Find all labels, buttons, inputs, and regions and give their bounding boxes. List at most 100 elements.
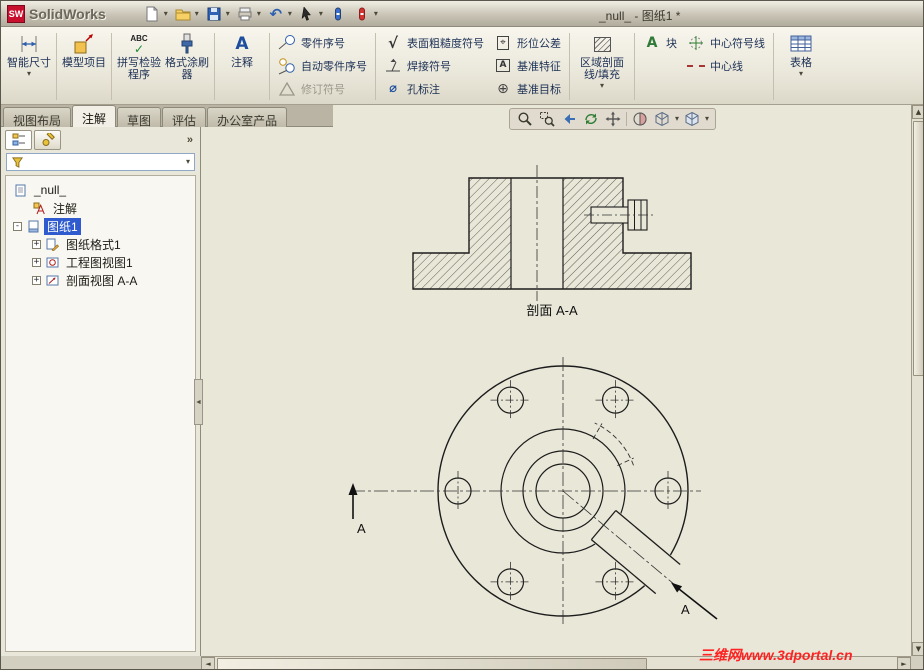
save-icon	[207, 7, 221, 20]
auto-balloon-label: 自动零件序号	[301, 60, 367, 73]
smart-dimension-caret[interactable]	[27, 70, 31, 78]
view-settings-button[interactable]	[326, 3, 350, 25]
tree-item-sheet1[interactable]: 图纸1	[8, 217, 193, 235]
new-document-caret[interactable]	[164, 10, 168, 18]
filter-caret[interactable]	[186, 158, 190, 166]
drawing-canvas[interactable]: 剖面 A-A A A	[201, 127, 911, 656]
vertical-scroll-thumb[interactable]	[913, 121, 923, 376]
print-caret[interactable]	[257, 10, 261, 18]
tree-item-root[interactable]: _null_	[8, 181, 193, 199]
zoom-fit-button[interactable]	[516, 110, 534, 128]
tree-item-sheet-format[interactable]: 图纸格式1	[8, 235, 193, 253]
zoom-area-icon	[540, 112, 555, 127]
scrollbar-corner	[911, 656, 923, 669]
tab-sketch[interactable]: 草图	[117, 107, 162, 128]
surface-finish-button[interactable]: 表面粗糙度符号	[379, 31, 489, 54]
graphics-viewport[interactable]: 剖面 A-A	[201, 105, 911, 656]
rebuild-button[interactable]	[350, 3, 374, 25]
panel-expand-chevron[interactable]	[185, 134, 195, 146]
scroll-up-button[interactable]	[912, 105, 923, 119]
scroll-left-button[interactable]	[201, 657, 215, 669]
format-painter-button[interactable]: 格式涂刷器	[163, 30, 211, 103]
table-caret[interactable]	[799, 70, 803, 78]
ribbon-separator	[375, 33, 376, 100]
display-style-caret[interactable]	[675, 115, 679, 123]
previous-view-button[interactable]	[560, 110, 578, 128]
standard-views-caret[interactable]	[705, 115, 709, 123]
hole-callout-button[interactable]: 孔标注	[379, 77, 489, 100]
spell-checker-button[interactable]: ABC 拼写检验程序	[115, 30, 163, 103]
ribbon-separator	[773, 33, 774, 100]
ribbon-separator	[269, 33, 270, 100]
area-hatch-button[interactable]: 区域剖面线/填充	[573, 30, 631, 103]
note-button[interactable]: 注释	[218, 30, 266, 103]
area-hatch-caret[interactable]	[600, 82, 604, 90]
auto-balloon-button[interactable]: 自动零件序号	[273, 54, 372, 77]
smart-dimension-label: 智能尺寸	[7, 57, 51, 69]
geometric-tolerance-button[interactable]: 形位公差	[489, 31, 566, 54]
balloon-icon	[278, 34, 296, 52]
weld-symbol-label: 焊接符号	[407, 60, 451, 73]
undo-caret[interactable]	[288, 10, 292, 18]
annotations-icon	[32, 201, 46, 215]
circular-view-drawing[interactable]: A A	[348, 357, 718, 627]
tree-expand-toggle[interactable]	[32, 257, 41, 267]
rotate-view-button[interactable]	[582, 110, 600, 128]
property-manager-tab[interactable]	[34, 130, 61, 150]
tree-item-section-view[interactable]: 剖面视图 A-A	[8, 271, 193, 289]
center-mark-button[interactable]: 中心符号线	[682, 31, 770, 54]
tree-drawing-view-label: 工程图视图1	[66, 255, 133, 270]
tree-filter-combo[interactable]	[6, 153, 195, 171]
scroll-down-button[interactable]	[912, 642, 923, 656]
print-button[interactable]	[233, 3, 257, 25]
table-button[interactable]: 表格	[777, 30, 825, 103]
vertical-scrollbar[interactable]	[911, 105, 923, 656]
open-caret[interactable]	[195, 10, 199, 18]
title-bar: SW SolidWorks ▾ ▾ ▾ ▾ ↶ ▾ ▾ ▾ _null_ - 图…	[1, 1, 923, 27]
model-items-button[interactable]: 模型项目	[60, 30, 108, 103]
open-button[interactable]	[171, 3, 195, 25]
revision-symbol-button[interactable]: 修订符号	[273, 77, 372, 100]
tree-collapse-toggle[interactable]	[13, 221, 22, 231]
tab-annotation[interactable]: 注解	[72, 105, 117, 127]
scroll-right-button[interactable]	[897, 657, 911, 669]
tab-view-layout[interactable]: 视图布局	[3, 107, 72, 128]
horizontal-scroll-thumb[interactable]	[217, 658, 647, 669]
weld-symbol-button[interactable]: 焊接符号	[379, 54, 489, 77]
block-button[interactable]: 块	[638, 31, 682, 54]
save-button[interactable]	[202, 3, 226, 25]
select-caret[interactable]	[319, 10, 323, 18]
datum-feature-button[interactable]: 基准特征	[489, 54, 566, 77]
pan-button[interactable]	[604, 110, 622, 128]
select-button[interactable]	[295, 3, 319, 25]
tree-sheet-format-label: 图纸格式1	[66, 237, 121, 252]
undo-button[interactable]	[264, 3, 288, 25]
tree-expand-toggle[interactable]	[32, 275, 41, 285]
table-label: 表格	[790, 57, 812, 69]
display-style-button[interactable]	[653, 110, 671, 128]
save-caret[interactable]	[226, 10, 230, 18]
app-name: SolidWorks	[29, 5, 106, 22]
tab-office-products[interactable]: 办公室产品	[207, 107, 288, 128]
tree-expand-toggle[interactable]	[32, 239, 41, 249]
tab-evaluate[interactable]: 评估	[162, 107, 207, 128]
tree-item-drawing-view[interactable]: 工程图视图1	[8, 253, 193, 271]
panel-splitter-handle[interactable]	[194, 379, 203, 425]
standard-views-button[interactable]	[683, 110, 701, 128]
select-cursor-icon	[301, 5, 311, 21]
datum-target-button[interactable]: 基准目标	[489, 77, 566, 100]
surface-finish-label: 表面粗糙度符号	[407, 37, 484, 50]
surface-finish-icon	[384, 34, 402, 52]
rebuild-caret[interactable]	[374, 10, 378, 18]
feature-manager-tab[interactable]	[5, 130, 32, 150]
section-view-button[interactable]	[631, 110, 649, 128]
new-document-button[interactable]	[140, 3, 164, 25]
hole-callout-label: 孔标注	[407, 83, 440, 96]
zoom-area-button[interactable]	[538, 110, 556, 128]
tree-item-annotations[interactable]: 注解	[8, 199, 193, 217]
section-view-drawing[interactable]: 剖面 A-A	[412, 165, 692, 318]
document-title: _null_ - 图纸1 *	[599, 9, 681, 23]
smart-dimension-button[interactable]: 智能尺寸	[5, 30, 53, 103]
balloon-button[interactable]: 零件序号	[273, 31, 372, 54]
centerline-button[interactable]: 中心线	[682, 54, 770, 77]
